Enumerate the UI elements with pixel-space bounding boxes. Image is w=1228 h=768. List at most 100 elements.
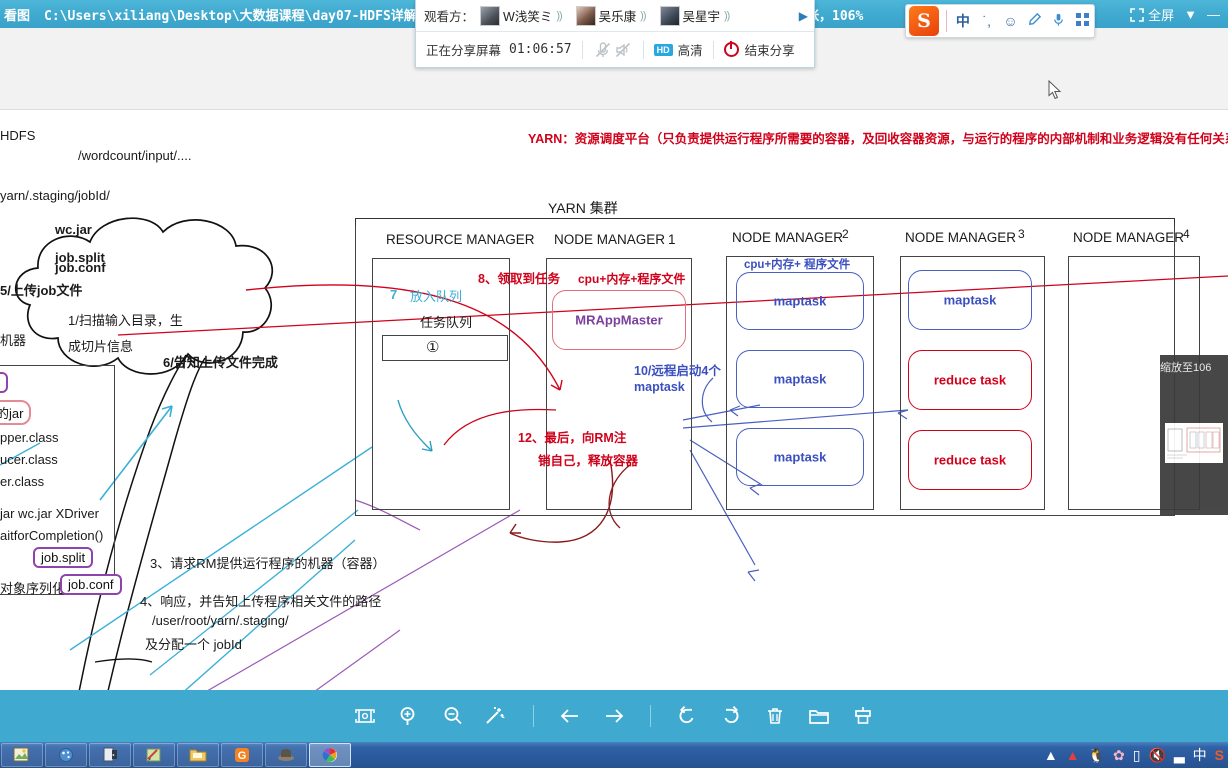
mrappmaster-box[interactable]: MRAppMaster <box>552 290 686 350</box>
fullscreen-label: 全屏 <box>1148 8 1175 23</box>
cloud-path-input: /wordcount/input/.... <box>78 148 192 163</box>
node-manager-1-title: NODE MANAGER <box>554 232 666 247</box>
client-class-mapper: pper.class <box>0 430 59 445</box>
viewer-entry[interactable]: 吴乐康 )) <box>575 5 654 26</box>
taskbar-app-g[interactable]: G <box>221 743 263 767</box>
share-status-label: 正在分享屏幕 <box>426 44 502 58</box>
taskbar-app-color[interactable] <box>309 743 351 767</box>
hdfs-label: HDFS <box>0 128 36 143</box>
note-upload-job: 5/上传job文件 <box>0 283 83 298</box>
end-share-label: 结束分享 <box>744 44 795 58</box>
taskbar-media-player[interactable] <box>45 743 87 767</box>
tray-battery-icon[interactable]: ▯ <box>1133 748 1141 762</box>
zoom-in-icon[interactable] <box>387 696 431 736</box>
viewer-toolbar[interactable] <box>0 690 1228 742</box>
maptask-box[interactable]: maptask <box>736 428 864 486</box>
tray-antivirus-icon[interactable]: ▲ <box>1066 748 1080 762</box>
window-dropdown-button[interactable]: ▼ <box>1184 7 1197 22</box>
fullscreen-button[interactable]: 全屏 <box>1130 5 1174 24</box>
taskbar-paint[interactable] <box>133 743 175 767</box>
node-manager-1-resource-label: cpu+内存+程序文件 <box>578 272 686 286</box>
sogou-logo-icon[interactable]: S <box>909 6 939 36</box>
rotate-left-icon[interactable] <box>665 696 709 736</box>
divider <box>581 40 583 59</box>
divider <box>712 40 714 59</box>
print-icon[interactable] <box>841 696 885 736</box>
client-job-conf-pill: job.conf <box>60 574 122 595</box>
zoom-out-icon[interactable] <box>431 696 475 736</box>
tray-ime-icon[interactable]: 中 <box>1193 748 1207 762</box>
annotation-step-8: 8、领取到任务 <box>478 272 560 286</box>
end-share-button[interactable]: 结束分享 <box>723 40 795 59</box>
mouse-cursor <box>1048 79 1064 107</box>
taskbar-explorer[interactable] <box>177 743 219 767</box>
maptask-box[interactable]: maptask <box>736 350 864 408</box>
note-scan-line1: 1/扫描输入目录，生 <box>68 313 183 328</box>
tray-flower-icon[interactable]: ✿ <box>1113 748 1125 762</box>
step-4-path: /user/root/yarn/.staging/ <box>152 613 289 628</box>
client-cmd-jar: jar wc.jar XDriver <box>0 506 99 521</box>
open-folder-icon[interactable] <box>797 696 841 736</box>
ime-mode-button[interactable]: 中 <box>951 11 975 31</box>
tray-expand-icon[interactable]: ▲ <box>1044 748 1058 762</box>
yarn-title-red: YARN：资源调度平台（只负责提供运行程序所需要的容器，及回收容器资源，与运行的… <box>528 132 1228 146</box>
annotation-step-10-line1: 10/远程启动4个 <box>634 364 721 378</box>
node-manager-2-title: NODE MANAGER <box>732 230 844 245</box>
maptask-box[interactable]: maptask <box>736 272 864 330</box>
taskbar-notepad[interactable] <box>89 743 131 767</box>
tray-network-icon[interactable]: ▃ <box>1174 748 1185 762</box>
annotation-step-12-line1: 12、最后，向RM注 <box>518 431 627 445</box>
taskbar-app-hat[interactable] <box>265 743 307 767</box>
task-queue-box <box>382 335 508 361</box>
ime-mic-icon[interactable] <box>1046 12 1070 30</box>
mrappmaster-label: MRAppMaster <box>575 312 663 328</box>
taskbar-photo-viewer[interactable] <box>1 743 43 767</box>
fit-to-window-icon[interactable] <box>343 696 387 736</box>
client-serialize-note: 对象序列化 <box>0 581 66 596</box>
window-minimize-button[interactable]: — <box>1207 7 1220 22</box>
step-3-text: 3、请求RM提供运行程序的机器（容器） <box>150 556 386 571</box>
navigator-thumbnail[interactable] <box>1165 423 1223 463</box>
sound-wave-icon: )) <box>640 9 646 22</box>
sound-wave-icon: )) <box>724 9 730 22</box>
tray-qq-icon[interactable]: 🐧 <box>1088 748 1105 762</box>
viewers-more-arrow[interactable]: ▶ <box>799 9 808 23</box>
reduce-task-box[interactable]: reduce task <box>908 350 1032 410</box>
step-4-text: 4、响应，并告知上传程序相关文件的路径 <box>140 594 382 609</box>
ime-pen-icon[interactable] <box>1022 12 1046 30</box>
delete-icon[interactable] <box>753 696 797 736</box>
mic-muted-icon[interactable] <box>593 40 613 60</box>
task-queue-item: ① <box>426 339 440 356</box>
share-timer: 01:06:57 <box>509 42 572 57</box>
step-7-number: 7 <box>390 287 398 302</box>
ime-emoji-icon[interactable]: ☺ <box>999 13 1023 29</box>
avatar <box>480 5 501 26</box>
windows-taskbar[interactable]: G ▲ ▲ 🐧 ✿ ▯ 🔇 ▃ 中 S <box>0 742 1228 768</box>
viewer-entry[interactable]: W浅笑ミ )) <box>480 5 570 26</box>
viewer-entry[interactable]: 吴星宇 )) <box>659 5 738 26</box>
client-cmd-waitforcompletion: aitforCompletion() <box>0 528 104 543</box>
reduce-task-label: reduce task <box>933 452 1007 468</box>
hd-quality-label[interactable]: 高清 <box>678 40 703 59</box>
next-image-icon[interactable] <box>592 696 636 736</box>
fullscreen-icon <box>1130 7 1144 22</box>
tray-sogou-icon[interactable]: S <box>1215 748 1224 762</box>
sogou-ime-bar[interactable]: S 中 ˙, ☺ <box>905 4 1095 38</box>
magic-wand-icon[interactable] <box>475 696 519 736</box>
window-title-prefix: 看图 <box>4 8 31 24</box>
yarn-cluster-label: YARN 集群 <box>548 200 618 216</box>
tray-volume-muted-icon[interactable]: 🔇 <box>1148 748 1165 762</box>
rotate-right-icon[interactable] <box>709 696 753 736</box>
speaker-muted-icon[interactable] <box>613 40 633 60</box>
screen-share-bar[interactable]: 观看方： W浅笑ミ )) 吴乐康 )) 吴星宇 )) ▶ 正在分享屏幕 01:0… <box>415 0 815 68</box>
navigator-panel[interactable]: 缩放至106 <box>1160 355 1228 515</box>
ime-punctuation-button[interactable]: ˙, <box>975 13 999 29</box>
system-tray[interactable]: ▲ ▲ 🐧 ✿ ▯ 🔇 ▃ 中 S <box>1044 742 1224 768</box>
ime-apps-grid-icon[interactable] <box>1070 13 1094 29</box>
maptask-box[interactable]: maptask <box>908 270 1032 330</box>
prev-image-icon[interactable] <box>548 696 592 736</box>
node-manager-4-title: NODE MANAGER <box>1073 230 1185 245</box>
reduce-task-box[interactable]: reduce task <box>908 430 1032 490</box>
image-viewer-canvas[interactable]: HDFS /wordcount/input/.... yarn/.staging… <box>0 110 1228 690</box>
client-job-split-pill: job.split <box>33 547 94 568</box>
